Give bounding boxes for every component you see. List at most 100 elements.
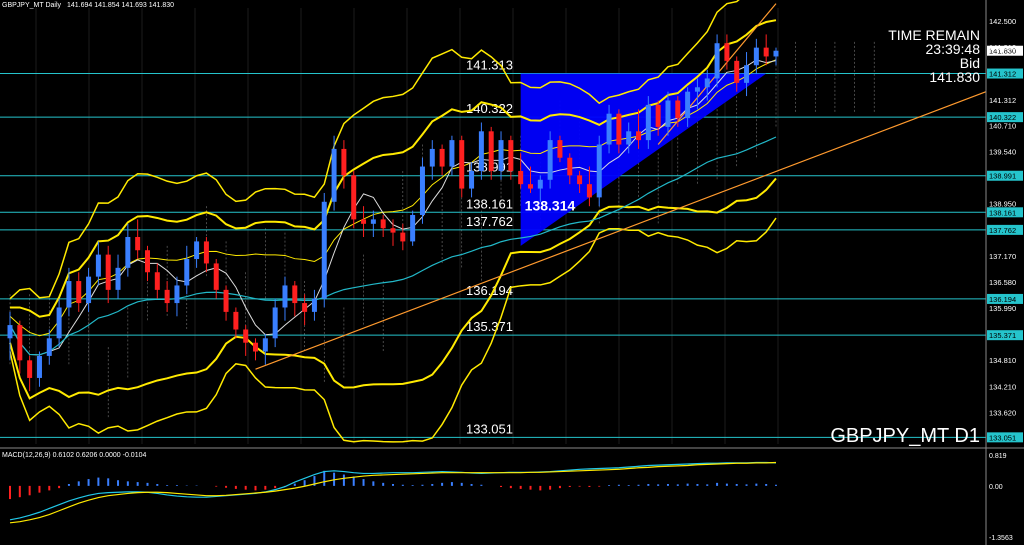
candle-body (66, 281, 72, 308)
candle-body (439, 148, 445, 167)
bid-label: Bid (959, 55, 980, 71)
level-label: 137.762 (466, 214, 513, 229)
candle-body (194, 241, 200, 260)
candle-body (370, 219, 376, 224)
candle-body (351, 175, 357, 220)
candle-body (616, 113, 622, 145)
candle-body (311, 298, 317, 312)
level-tag-text: 133.051 (989, 433, 1016, 442)
candle-body (302, 303, 308, 312)
candle-body (527, 184, 533, 189)
symbol-header: GBPJPY_MT Daily 141.694 141.854 141.693 … (2, 2, 174, 9)
candle-body (577, 175, 583, 185)
level-label: 141.313 (466, 58, 513, 73)
candle-body (469, 170, 475, 189)
candle-body (56, 307, 62, 339)
chart-watermark: GBPJPY_MT D1 (830, 425, 980, 447)
candle-body (753, 47, 759, 66)
level-tag-text: 138.161 (989, 208, 1016, 217)
candle-body (27, 360, 33, 378)
candle-body (292, 285, 298, 304)
level-tag-text: 137.762 (989, 226, 1016, 235)
candle-body (380, 219, 386, 229)
candle-body (478, 131, 484, 171)
candle-body (655, 104, 661, 127)
ma-long-line (9, 136, 777, 356)
candle-body (76, 281, 82, 304)
candle-body (537, 179, 543, 189)
macd-tick-label: 0.819 (989, 453, 1007, 460)
candle-body (449, 140, 455, 167)
candle-body (272, 307, 278, 339)
candle-body (400, 232, 406, 242)
candle-body (95, 254, 101, 277)
axis-tick-label: 135.990 (989, 304, 1016, 313)
axis-tick-label: 133.620 (989, 408, 1016, 417)
candle-body (105, 254, 111, 290)
bollinger-band (9, 0, 740, 300)
bid-value: 141.830 (929, 69, 980, 85)
axis-tick-label: 136.580 (989, 278, 1016, 287)
info-box: TIME REMAIN 23:39:48 Bid 141.830 (888, 28, 980, 84)
candle-body (7, 325, 13, 339)
axis-tick-label: 141.910 (989, 43, 1016, 52)
macd-tick-label: 0.00 (989, 484, 1003, 491)
candle-body (694, 87, 700, 92)
time-remain-label: TIME REMAIN (888, 27, 980, 43)
candle-body (253, 342, 259, 352)
candle-body (724, 43, 730, 61)
level-tag-text: 135.371 (989, 331, 1016, 340)
candle-body (429, 148, 435, 167)
macd-tick-label: -1.3563 (989, 535, 1013, 542)
candle-body (704, 78, 710, 88)
axis-tick-label: 137.170 (989, 252, 1016, 261)
candle-body (203, 241, 209, 264)
candle-body (586, 184, 592, 198)
candle-body (125, 237, 131, 268)
candle-body (773, 50, 779, 57)
candle-body (606, 113, 612, 145)
candle-body (567, 157, 573, 176)
candle-body (459, 140, 465, 189)
candle-body (636, 131, 642, 141)
level-tag-text: 140.322 (989, 113, 1016, 122)
triangle-fill (520, 73, 767, 246)
candle-body (361, 219, 367, 224)
candle-body (223, 289, 229, 312)
candle-body (144, 250, 150, 273)
axis-tick-label: 142.500 (989, 17, 1016, 26)
candle-body (419, 166, 425, 215)
candle-body (498, 140, 504, 171)
macd-panel: 0.819 0.00 -1.3563 (0, 447, 1024, 545)
candle-body (626, 131, 632, 145)
candle-body (518, 170, 524, 185)
level-label: 133.051 (466, 421, 513, 436)
macd-axis-background (986, 449, 1024, 545)
axis-tick-label: 134.210 (989, 382, 1016, 391)
candle-body (233, 311, 239, 330)
candle-body (46, 338, 52, 356)
axis-tick-label: 141.312 (989, 96, 1016, 105)
candle-body (390, 228, 396, 233)
candle-body (547, 140, 553, 180)
level-tag-text: 141.312 (989, 70, 1016, 79)
candle-body (410, 214, 416, 242)
candle-body (282, 285, 288, 308)
candle-body (213, 263, 219, 290)
candle-body (115, 267, 121, 290)
candle-body (341, 148, 347, 176)
candle-body (675, 100, 681, 119)
level-label: 135.371 (466, 319, 513, 334)
candle-body (154, 272, 160, 290)
candle-body (243, 329, 249, 343)
candle-body (321, 201, 327, 299)
candle-body (488, 131, 494, 171)
candle-body (135, 237, 141, 251)
candle-body (164, 289, 170, 304)
axis-tick-label: 138.950 (989, 200, 1016, 209)
candle-body (36, 355, 42, 378)
triangle-pattern: 138.314 (520, 73, 767, 246)
candle-body (184, 259, 190, 286)
annotation-label: 138.314 (525, 198, 576, 214)
time-remain-value: 23:39:48 (925, 41, 981, 57)
